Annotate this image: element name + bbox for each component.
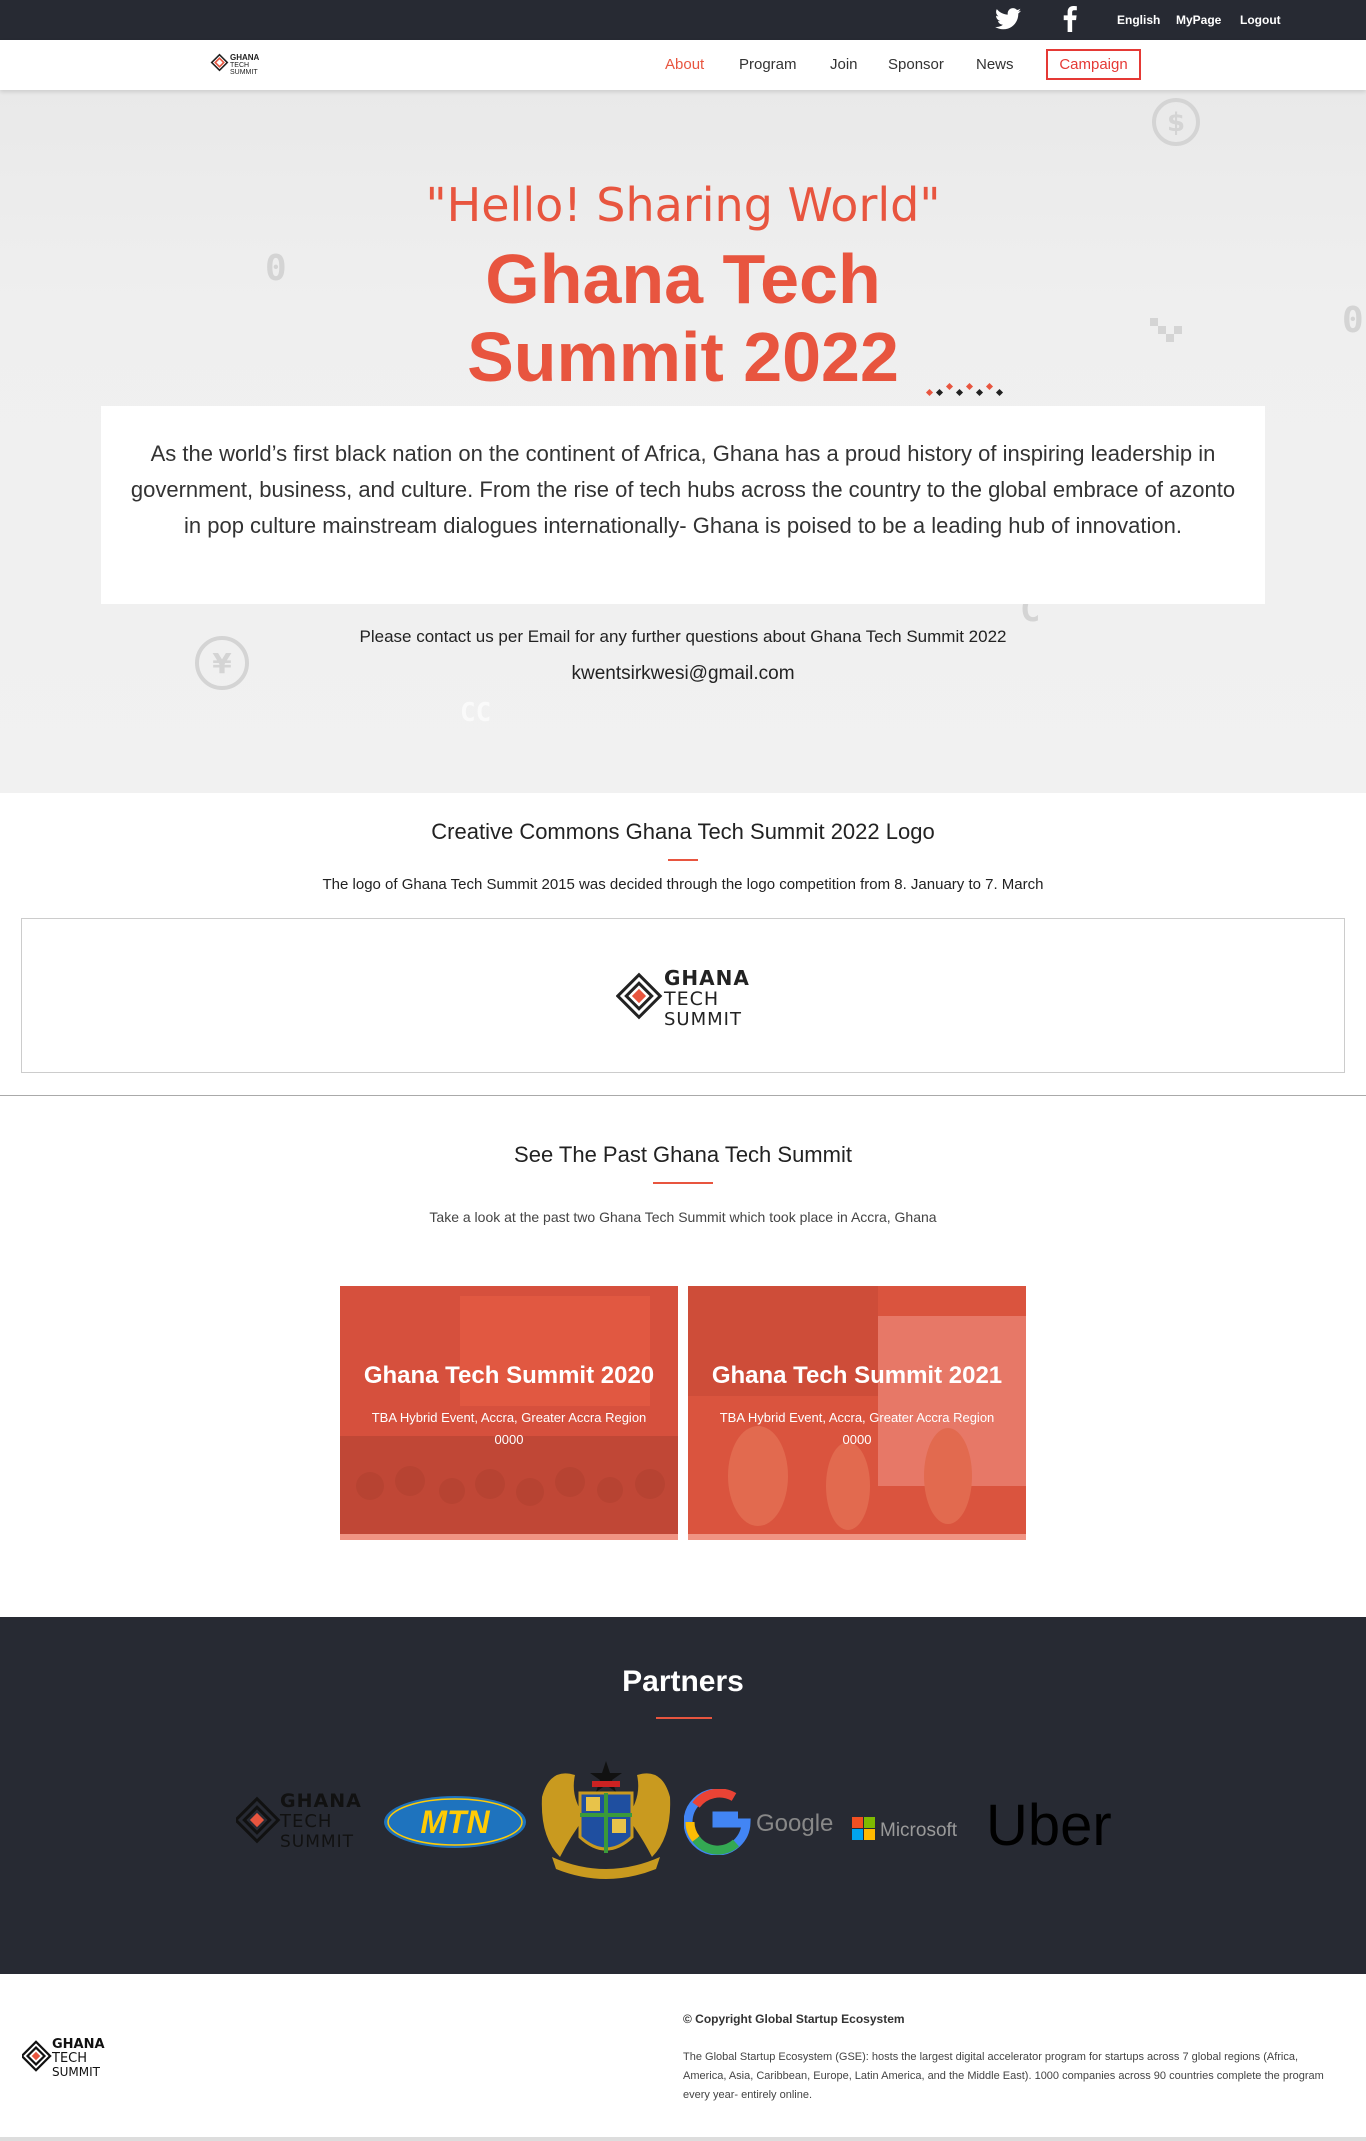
footer-description: The Global Startup Ecosystem (GSE): host…	[683, 2051, 1324, 2101]
card-accent-strip	[340, 1534, 678, 1540]
hero-title-line2: Summit 2022	[467, 318, 899, 396]
hero-title-line1: Ghana Tech	[485, 240, 881, 318]
svg-text:TECH: TECH	[279, 1811, 332, 1832]
cc-logo-box: GHANA TECH SUMMIT	[21, 918, 1345, 1073]
card-date: 0000	[842, 1432, 872, 1447]
hero-title: Ghana Tech Summit 2022	[0, 240, 1366, 396]
top-bar: English MyPage Logout	[0, 0, 1366, 40]
partner-ghana-coat-of-arms-logo[interactable]	[530, 1757, 682, 1885]
partners-title: Partners	[622, 1665, 744, 1698]
facebook-icon[interactable]	[1060, 6, 1080, 32]
svg-text:Google: Google	[756, 1810, 833, 1837]
partner-google-logo[interactable]: Google	[684, 1789, 834, 1855]
past-card-2020[interactable]: Ghana Tech Summit 2020 TBA Hybrid Event,…	[340, 1286, 678, 1540]
svg-text:$: $	[1167, 108, 1185, 138]
cc-logo-underline	[668, 859, 698, 861]
nav-about[interactable]: About	[665, 56, 704, 73]
intro-text: As the world’s first black nation on the…	[130, 441, 1236, 538]
card-title: Ghana Tech Summit 2020	[363, 1362, 655, 1389]
svg-text:TECH: TECH	[51, 2051, 87, 2066]
main-nav: GHANA TECH SUMMIT About Program Join Spo…	[0, 40, 1366, 90]
campaign-button[interactable]: Campaign	[1046, 49, 1141, 80]
svg-text:SUMMIT: SUMMIT	[52, 2065, 101, 2079]
partners-underline	[656, 1717, 712, 1719]
contact-text: Please contact us per Email for any furt…	[359, 627, 1007, 646]
contact-email[interactable]: kwentsirkwesi@gmail.com	[0, 663, 1366, 685]
svg-text:GHANA: GHANA	[664, 966, 750, 990]
brand-logo[interactable]: GHANA TECH SUMMIT	[210, 50, 266, 78]
dollar-coin-icon: $	[1152, 98, 1200, 146]
card-title: Ghana Tech Summit 2021	[711, 1362, 1003, 1389]
partners-section: Partners GHANA TECH SUMMIT MTN Google Mi…	[0, 1617, 1366, 1974]
language-link[interactable]: English	[1117, 13, 1160, 27]
past-title: See The Past Ghana Tech Summit	[514, 1142, 852, 1167]
nav-news[interactable]: News	[976, 56, 1014, 73]
section-divider	[0, 1095, 1366, 1096]
card-date: 0000	[494, 1432, 524, 1447]
hero-tagline: "Hello! Sharing World"	[425, 178, 941, 232]
past-subtitle: Take a look at the past two Ghana Tech S…	[429, 1209, 937, 1225]
cc-logo-title: Creative Commons Ghana Tech Summit 2022 …	[431, 819, 935, 844]
footer-bottom-line	[0, 2137, 1366, 2141]
intro-box: As the world’s first black nation on the…	[101, 406, 1265, 604]
partner-ghana-tech-summit-logo[interactable]: GHANA TECH SUMMIT	[236, 1789, 368, 1851]
decorative-cc-icon: CC	[460, 698, 492, 728]
nav-join[interactable]: Join	[830, 56, 858, 73]
svg-text:TECH: TECH	[663, 988, 719, 1010]
svg-text:MTN: MTN	[420, 1804, 490, 1840]
footer: GHANA TECH SUMMIT © Copyright Global Sta…	[0, 1974, 1366, 2141]
twitter-icon[interactable]	[995, 8, 1021, 30]
nav-program[interactable]: Program	[739, 56, 797, 73]
svg-text:GHANA: GHANA	[280, 1790, 362, 1812]
svg-text:GHANA: GHANA	[230, 53, 260, 62]
cc-logo-subtitle: The logo of Ghana Tech Summit 2015 was d…	[322, 876, 1044, 893]
footer-copyright: © Copyright Global Startup Ecosystem	[683, 2012, 905, 2026]
logout-link[interactable]: Logout	[1240, 13, 1281, 27]
ghana-tech-summit-logo: GHANA TECH SUMMIT	[616, 966, 750, 1029]
partner-uber-logo[interactable]: Uber	[984, 1793, 1134, 1857]
hero-section: 0 0 $ ¥ C CC "Hello! Sharing World" Ghan…	[0, 90, 1366, 793]
svg-text:SUMMIT: SUMMIT	[664, 1009, 742, 1029]
svg-text:TECH: TECH	[230, 62, 249, 69]
partner-microsoft-logo[interactable]: Microsoft	[850, 1813, 974, 1843]
past-card-2021[interactable]: Ghana Tech Summit 2021 TBA Hybrid Event,…	[688, 1286, 1026, 1540]
card-location: TBA Hybrid Event, Accra, Greater Accra R…	[371, 1410, 647, 1425]
card-accent-strip	[688, 1534, 1026, 1540]
nav-sponsor[interactable]: Sponsor	[888, 56, 944, 73]
card-location: TBA Hybrid Event, Accra, Greater Accra R…	[719, 1410, 995, 1425]
footer-logo[interactable]: GHANA TECH SUMMIT	[22, 2034, 110, 2080]
svg-text:Microsoft: Microsoft	[880, 1820, 958, 1841]
svg-text:SUMMIT: SUMMIT	[230, 69, 258, 76]
mypage-link[interactable]: MyPage	[1176, 13, 1221, 27]
svg-text:SUMMIT: SUMMIT	[280, 1832, 354, 1851]
svg-text:GHANA: GHANA	[52, 2037, 105, 2052]
past-underline	[653, 1182, 713, 1184]
partner-mtn-logo[interactable]: MTN	[382, 1794, 528, 1850]
svg-text:Uber: Uber	[986, 1793, 1112, 1857]
